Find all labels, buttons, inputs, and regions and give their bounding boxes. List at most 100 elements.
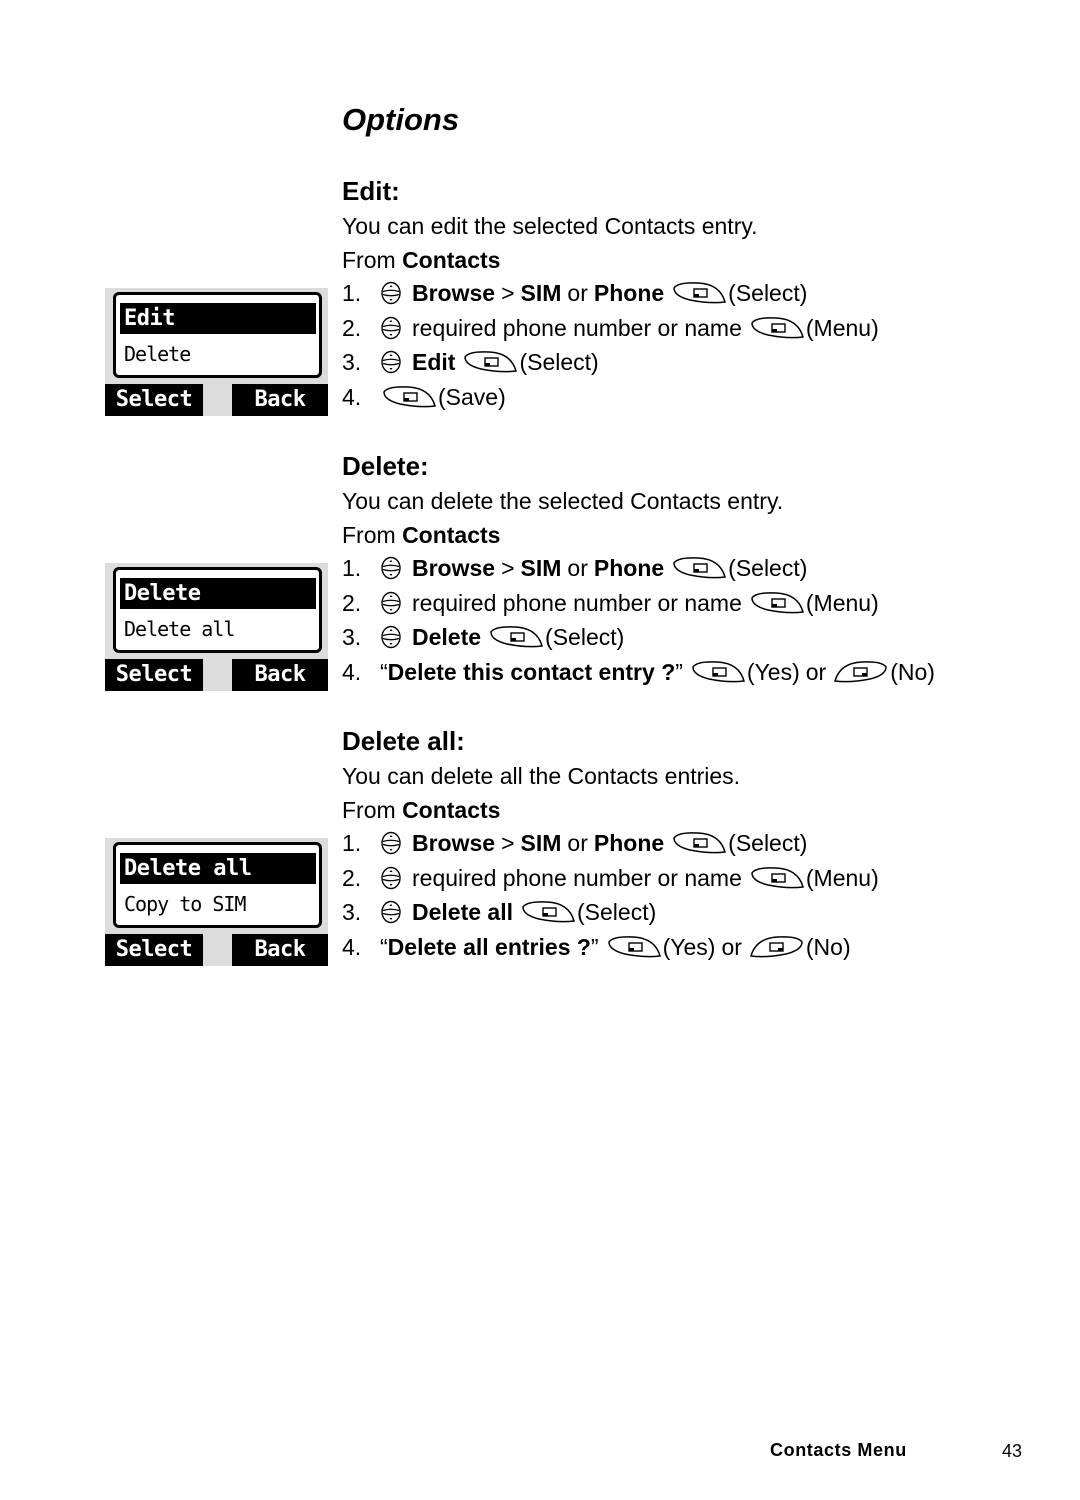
step-number: 2. bbox=[342, 864, 362, 891]
from-menu: Contacts bbox=[402, 247, 501, 273]
or-text: or bbox=[805, 658, 827, 685]
section-description: You can edit the selected Contacts entry… bbox=[342, 213, 758, 239]
step-action: (Menu) bbox=[805, 589, 879, 616]
section-description: You can delete the selected Contacts ent… bbox=[342, 488, 784, 514]
step-action: (Select) bbox=[577, 899, 657, 925]
menu-browse: Browse bbox=[412, 555, 496, 581]
confirm-prompt: Delete all entries ? bbox=[387, 933, 591, 960]
nav-key-icon bbox=[380, 316, 402, 340]
step-4: 4. “ Delete this contact entry ? ” (Yes)… bbox=[342, 655, 935, 690]
section-heading: Delete all: bbox=[342, 726, 465, 756]
no-action: (No) bbox=[890, 658, 935, 685]
phone-screen-delete: Delete Delete all Select Back bbox=[105, 563, 328, 691]
right-softkey-icon bbox=[832, 659, 890, 685]
left-softkey-icon bbox=[748, 590, 806, 616]
step-3: 3. Delete all (Select) bbox=[342, 895, 879, 930]
step-number: 4. bbox=[342, 658, 362, 685]
or-text: or bbox=[721, 933, 742, 960]
step-number: 1. bbox=[342, 555, 362, 581]
step-action: (Select) bbox=[545, 624, 625, 650]
step-action: (Select) bbox=[728, 830, 808, 856]
step-text: required phone number or name bbox=[412, 864, 742, 891]
menu-sim: SIM bbox=[520, 830, 562, 856]
section-heading: Edit: bbox=[342, 176, 400, 206]
phone-display: Delete Delete all bbox=[113, 567, 322, 653]
nav-key-icon bbox=[380, 900, 402, 924]
step-number: 1. bbox=[342, 830, 362, 856]
step-number: 3. bbox=[342, 624, 362, 650]
right-softkey-icon bbox=[748, 934, 806, 960]
step-action: (Menu) bbox=[805, 864, 879, 891]
menu-item: Delete all bbox=[124, 617, 235, 641]
from-prefix: From bbox=[342, 797, 396, 823]
steps-list: 1. Browse > SIM or Phone (Select) 2. req… bbox=[342, 276, 879, 414]
step-3: 3. Delete (Select) bbox=[342, 620, 935, 655]
step-action: (Select) bbox=[728, 555, 808, 581]
yes-action: (Yes) bbox=[746, 658, 800, 685]
step-number: 4. bbox=[342, 383, 362, 410]
or-text: or bbox=[567, 280, 588, 306]
selected-menu-item: Delete all bbox=[120, 853, 316, 884]
step-number: 3. bbox=[342, 349, 362, 375]
menu-item: Delete bbox=[124, 342, 191, 366]
right-softkey-label: Back bbox=[232, 384, 328, 416]
close-quote: ” bbox=[675, 658, 683, 685]
step-number: 2. bbox=[342, 589, 362, 616]
step-2: 2. required phone number or name (Menu) bbox=[342, 311, 879, 346]
selected-menu-item: Edit bbox=[120, 303, 316, 334]
section-delete-all: Delete all: You can delete all the Conta… bbox=[342, 726, 879, 964]
menu-browse: Browse bbox=[412, 280, 496, 306]
nav-key-icon bbox=[380, 831, 402, 855]
step-number: 2. bbox=[342, 314, 362, 341]
menu-item: Copy to SIM bbox=[124, 892, 246, 916]
left-softkey-icon bbox=[487, 624, 545, 650]
section-heading: Delete: bbox=[342, 451, 429, 481]
phone-screen-delete-all: Delete all Copy to SIM Select Back bbox=[105, 838, 328, 966]
menu-phone: Phone bbox=[593, 830, 665, 856]
page-title: Options bbox=[342, 102, 460, 137]
page-number: 43 bbox=[1002, 1441, 1023, 1461]
phone-display: Edit Delete bbox=[113, 292, 322, 378]
step-action: (Save) bbox=[438, 383, 506, 410]
from-menu-line: From Contacts bbox=[342, 521, 935, 549]
section-edit: Edit: You can edit the selected Contacts… bbox=[342, 176, 879, 414]
step-4: 4. (Save) bbox=[342, 380, 879, 415]
menu-item-name: Delete bbox=[412, 624, 482, 650]
menu-sim: SIM bbox=[520, 280, 562, 306]
left-softkey-label: Select bbox=[105, 384, 203, 416]
menu-item-name: Delete all bbox=[412, 899, 513, 925]
nav-key-icon bbox=[380, 866, 402, 890]
or-text: or bbox=[567, 555, 588, 581]
confirm-prompt: Delete this contact entry ? bbox=[387, 658, 676, 685]
menu-item-name: Edit bbox=[412, 349, 456, 375]
separator: > bbox=[501, 555, 515, 581]
step-action: (Select) bbox=[519, 349, 599, 375]
phone-screen-edit: Edit Delete Select Back bbox=[105, 288, 328, 416]
menu-sim: SIM bbox=[520, 555, 562, 581]
step-1: 1. Browse > SIM or Phone (Select) bbox=[342, 826, 879, 861]
phone-display: Delete all Copy to SIM bbox=[113, 842, 322, 928]
nav-key-icon bbox=[380, 350, 402, 374]
left-softkey-label: Select bbox=[105, 659, 203, 691]
left-softkey-icon bbox=[380, 384, 438, 410]
step-number: 1. bbox=[342, 280, 362, 306]
from-menu: Contacts bbox=[402, 797, 501, 823]
yes-action: (Yes) bbox=[662, 933, 716, 960]
or-text: or bbox=[567, 830, 588, 856]
step-4: 4. “ Delete all entries ? ” (Yes) or (No… bbox=[342, 930, 879, 965]
steps-list: 1. Browse > SIM or Phone (Select) 2. req… bbox=[342, 551, 935, 689]
left-softkey-icon bbox=[748, 865, 806, 891]
menu-phone: Phone bbox=[593, 280, 665, 306]
step-text: required phone number or name bbox=[412, 314, 742, 341]
menu-phone: Phone bbox=[593, 555, 665, 581]
from-menu-line: From Contacts bbox=[342, 796, 879, 824]
left-softkey-label: Select bbox=[105, 934, 203, 966]
separator: > bbox=[501, 280, 515, 306]
step-action: (Select) bbox=[728, 280, 808, 306]
left-softkey-icon bbox=[670, 280, 728, 306]
from-prefix: From bbox=[342, 247, 396, 273]
from-menu: Contacts bbox=[402, 522, 501, 548]
step-action: (Menu) bbox=[805, 314, 879, 341]
section-description: You can delete all the Contacts entries. bbox=[342, 763, 741, 789]
menu-browse: Browse bbox=[412, 830, 496, 856]
